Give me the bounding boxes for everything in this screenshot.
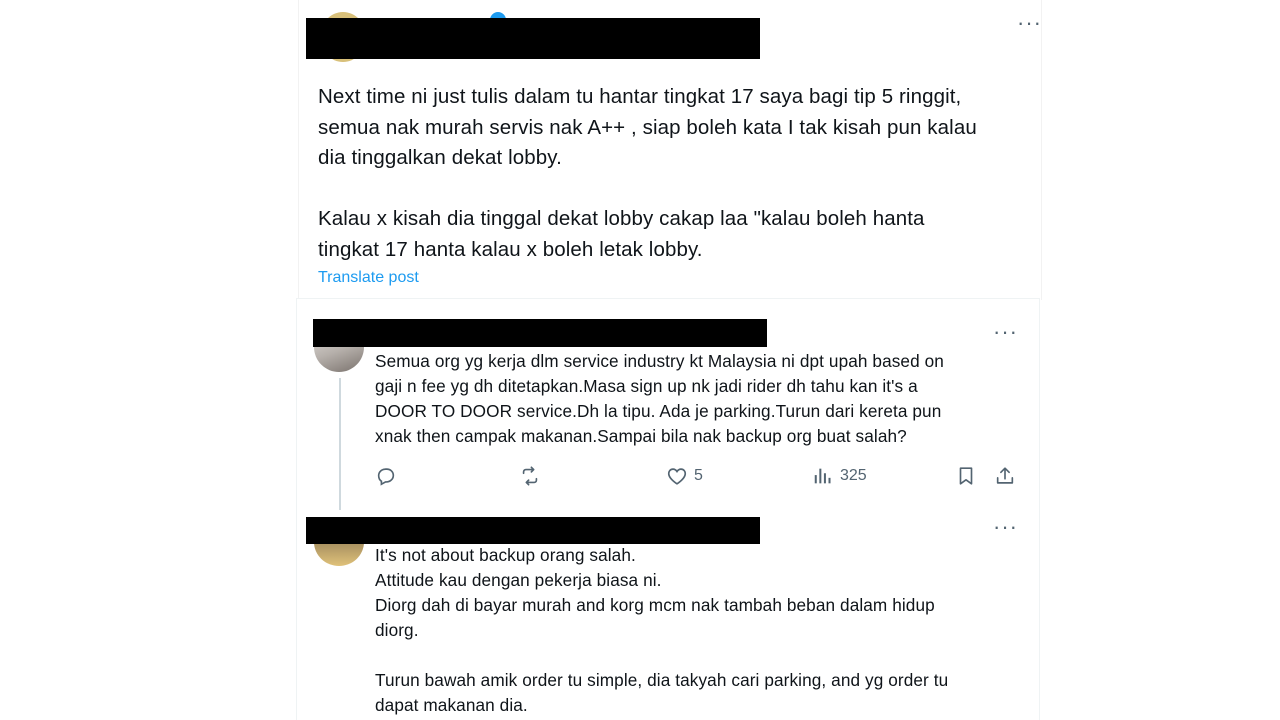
reply-1-more-icon[interactable]: ···	[993, 321, 1018, 343]
views-button[interactable]: 325	[812, 465, 867, 487]
heart-icon	[667, 468, 687, 485]
post-paragraph-1: Next time ni just tulis dalam tu hantar …	[318, 85, 977, 169]
views-icon	[814, 468, 831, 484]
bookmark-icon	[959, 467, 973, 485]
share-icon	[996, 467, 1014, 484]
like-button[interactable]: 5	[666, 465, 703, 487]
redacted-author-name	[306, 18, 760, 59]
share-button[interactable]	[994, 465, 1016, 487]
view-count: 325	[840, 467, 867, 484]
post-more-icon[interactable]: ···	[1017, 12, 1042, 34]
reply-button[interactable]	[375, 465, 397, 487]
reply-icon	[377, 468, 395, 486]
redacted-reply-2-author	[306, 517, 760, 544]
reply-1-text: Semua org yg kerja dlm service industry …	[375, 351, 944, 446]
post-paragraph-2: Kalau x kisah dia tinggal dekat lobby ca…	[318, 207, 925, 261]
like-count: 5	[694, 467, 703, 484]
bookmark-button[interactable]	[955, 465, 977, 487]
retweet-icon	[522, 466, 538, 486]
thread-connector-line	[339, 378, 341, 510]
translate-post-link[interactable]: Translate post	[318, 269, 419, 287]
redacted-reply-1-author	[313, 319, 767, 347]
retweet-button[interactable]	[519, 465, 541, 487]
reply-2-text: It's not about backup orang salah. Attit…	[375, 545, 949, 715]
reply-2-more-icon[interactable]: ···	[993, 516, 1018, 538]
